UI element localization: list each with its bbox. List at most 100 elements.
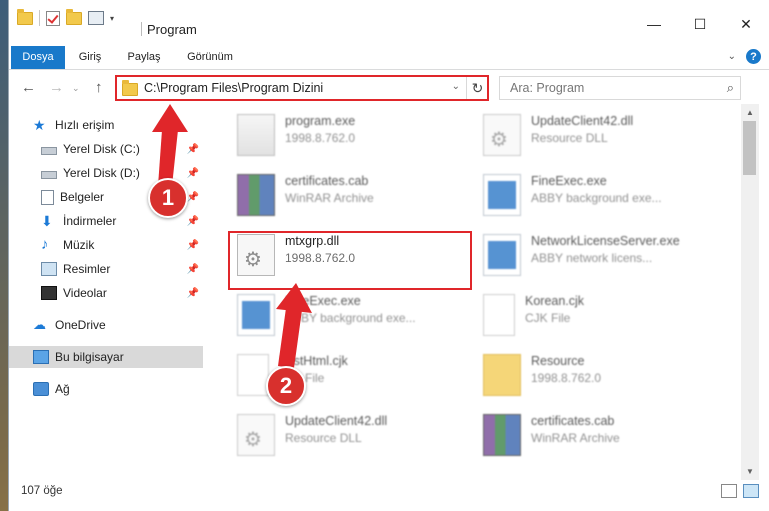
computer-icon [33,350,49,364]
scroll-up-icon[interactable]: ▲ [741,104,759,121]
pin-icon[interactable]: 📌 [187,216,199,227]
file-name: Resource [531,354,585,368]
tab-share[interactable]: Paylaş [119,46,169,69]
step-2-marker: 2 [266,366,306,406]
disk-icon [41,171,57,179]
file-item[interactable]: FineExec.exe ABBY background exe... [483,174,723,230]
video-icon [41,286,57,300]
file-item[interactable]: UpdateClient42.dll Resource DLL [483,114,723,170]
file-icon [237,354,269,396]
file-detail: 1998.8.762.0 [285,251,356,265]
pin-icon[interactable]: 📌 [187,192,199,203]
vertical-scrollbar[interactable]: ▲ ▼ [741,104,759,480]
pin-icon[interactable]: 📌 [187,288,199,299]
file-item-highlighted[interactable]: mtxgrp.dll 1998.8.762.0 [237,234,477,290]
sidebar-item-quick-access[interactable]: ★ Hızlı erişim [9,114,203,136]
window-controls: — ☐ ✕ [631,12,769,36]
sidebar-item-network[interactable]: Ağ [9,378,203,400]
folder-icon [17,8,33,25]
address-bar[interactable]: C:\Program Files\Program Dizini ⌄ ↻ [115,76,489,100]
minimize-button[interactable]: — [631,12,677,36]
ribbon-expand-icon[interactable]: ⌄ [728,51,736,62]
customize-icon[interactable] [88,11,104,25]
file-item[interactable]: UpdateClient42.dll Resource DLL [237,414,477,470]
up-button[interactable]: ↑ [95,79,103,96]
pin-icon[interactable]: 📌 [187,240,199,251]
sidebar-item-pictures[interactable]: Resimler 📌 [9,258,203,280]
tab-file[interactable]: Dosya [11,46,65,69]
file-detail: ABBY background exe... [285,311,416,325]
new-folder-icon[interactable] [66,8,82,25]
app-icon [237,294,275,336]
file-item[interactable]: Resource 1998.8.762.0 [483,354,723,410]
navigation-bar: ← → ⌄ ↑ C:\Program Files\Program Dizini … [9,72,769,104]
search-input[interactable]: Ara: Program ⌕ [499,76,741,100]
file-list: program.exe 1998.8.762.0 UpdateClient42.d… [207,104,739,476]
address-dropdown-icon[interactable]: ⌄ [452,81,460,92]
file-item[interactable]: certificates.cab WinRAR Archive [237,174,477,230]
address-folder-icon [122,80,138,96]
star-icon: ★ [33,117,46,133]
close-button[interactable]: ✕ [723,12,769,36]
large-icons-view-icon[interactable] [743,484,759,498]
sidebar-item-label: Hızlı erişim [55,118,115,132]
sidebar-item-label: Yerel Disk (C:) [63,142,140,156]
file-item[interactable]: certificates.cab WinRAR Archive [483,414,723,470]
tab-home[interactable]: Giriş [66,46,114,69]
app-icon [483,174,521,216]
maximize-button[interactable]: ☐ [677,12,723,36]
item-count: 107 öğe [21,485,63,497]
file-detail: 1998.8.762.0 [285,131,356,145]
scroll-down-icon[interactable]: ▼ [741,463,759,480]
file-detail: Resource DLL [531,131,608,145]
qat-dropdown-icon[interactable]: ▾ [110,14,114,23]
disk-icon [41,147,57,155]
tab-view[interactable]: Görünüm [175,46,245,69]
sidebar-item-label: İndirmeler [63,214,117,228]
address-path[interactable]: C:\Program Files\Program Dizini [144,81,323,95]
help-icon[interactable]: ? [746,49,761,64]
search-icon[interactable]: ⌕ [727,80,734,96]
pin-icon[interactable]: 📌 [187,168,199,179]
window-title: Program [147,22,197,37]
recent-locations-icon[interactable]: ⌄ [72,83,80,94]
file-item[interactable]: Korean.cjk CJK File [483,294,723,350]
view-switcher [721,484,759,498]
properties-check-icon[interactable] [46,10,60,26]
details-view-icon[interactable] [721,484,737,498]
dll-icon [483,114,521,156]
refresh-button[interactable]: ↻ [466,77,488,99]
rar-icon [237,174,275,216]
back-button[interactable]: ← [21,79,36,96]
sidebar-item-this-pc[interactable]: Bu bilgisayar [9,346,203,368]
navigation-pane: ★ Hızlı erişim Yerel Disk (C:) 📌 Yerel D… [9,110,203,476]
file-name: NetworkLicenseServer.exe [531,234,680,248]
file-item[interactable]: NetworkLicenseServer.exe ABBY network lic… [483,234,723,290]
file-icon [483,294,515,336]
sidebar-item-label: Bu bilgisayar [55,350,124,364]
file-item[interactable]: FineExec.exe ABBY background exe... [237,294,477,350]
dll-icon [237,414,275,456]
file-name: FineExec.exe [285,294,361,308]
sidebar-item-music[interactable]: ♪ Müzik 📌 [9,234,203,256]
pin-icon[interactable]: 📌 [187,264,199,275]
sidebar-item-disk-c[interactable]: Yerel Disk (C:) 📌 [9,138,203,160]
file-detail: ABBY network licens... [531,251,653,265]
file-item[interactable]: program.exe 1998.8.762.0 [237,114,477,170]
sidebar-item-label: OneDrive [55,318,106,332]
sidebar-item-label: Ağ [55,382,70,396]
scrollbar-thumb[interactable] [743,121,756,175]
pin-icon[interactable]: 📌 [187,144,199,155]
ribbon-right: ⌄ ? [728,49,761,64]
file-name: mtxgrp.dll [285,234,340,248]
toolbar-separator [39,10,40,26]
step-1-marker: 1 [148,178,188,218]
sidebar-item-onedrive[interactable]: ☁ OneDrive [9,314,203,336]
document-icon [41,189,54,205]
forward-button[interactable]: → [49,79,64,96]
sidebar-item-videos[interactable]: Videolar 📌 [9,282,203,304]
sidebar-item-label: Yerel Disk (D:) [63,166,140,180]
cloud-icon: ☁ [33,317,46,332]
sidebar-item-label: Videolar [63,286,107,300]
ribbon-tabs: Dosya Giriş Paylaş Görünüm ⌄ ? [9,46,769,70]
